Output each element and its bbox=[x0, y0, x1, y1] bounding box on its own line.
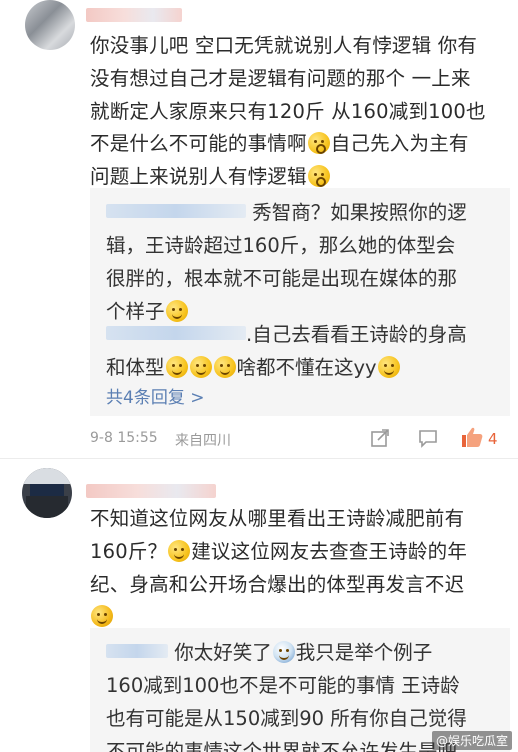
comment-line: 没有想过自己才是逻辑有问题的那个 一上来 bbox=[90, 66, 471, 90]
doge-icon bbox=[272, 641, 295, 663]
reply-line: 辑，王诗龄超过160斤，那么她的体型会 bbox=[106, 234, 456, 257]
grin-icon bbox=[168, 539, 191, 562]
username-blurred[interactable] bbox=[86, 8, 182, 22]
grin-icon bbox=[189, 356, 212, 378]
reply-line: 160减到100也不是不可能的事情 王诗龄 bbox=[106, 674, 460, 697]
comment-line: 不是什么不可能的事情啊 bbox=[90, 132, 307, 156]
laugh-cry-icon bbox=[91, 605, 113, 628]
comment-line: 不知道这位网友从哪里看出王诗龄减肥前有 bbox=[90, 507, 465, 530]
like-count: 4 bbox=[488, 430, 498, 448]
comment-text: 不知道这位网友从哪里看出王诗龄减肥前有 160斤？ 建议这位网友去查查王诗龄的年 … bbox=[90, 503, 510, 634]
grin-icon bbox=[213, 356, 236, 378]
username-blurred[interactable] bbox=[86, 484, 216, 498]
watermark: @娱乐吃瓜室 bbox=[431, 731, 512, 750]
divider bbox=[0, 458, 518, 459]
reply-line: 秀智商？如果按照你的逻 bbox=[252, 201, 467, 224]
scared-face-icon bbox=[307, 132, 330, 155]
source: 来自四川 bbox=[175, 433, 231, 449]
reply-author-blurred[interactable] bbox=[106, 644, 168, 658]
comment-line: 纪、身高和公开场合爆出的体型再发言不迟 bbox=[90, 572, 465, 596]
more-replies-link[interactable]: 共4条回复 > bbox=[106, 383, 204, 408]
grin-icon bbox=[377, 356, 400, 378]
share-icon[interactable] bbox=[370, 428, 390, 452]
grin-icon bbox=[165, 356, 188, 378]
reply-line: 你太好笑了 bbox=[174, 641, 272, 664]
reply-author-blurred[interactable] bbox=[106, 204, 246, 218]
avatar[interactable] bbox=[25, 0, 75, 50]
comment-line: 160斤？ bbox=[90, 539, 168, 563]
timestamp: 9-8 15:55 bbox=[90, 430, 158, 446]
avatar[interactable] bbox=[22, 468, 72, 518]
reply-line: 我只是举个例子 bbox=[295, 641, 433, 664]
reply-author-blurred[interactable] bbox=[106, 326, 246, 340]
reply-line: 啥都不懂在这yy bbox=[236, 356, 377, 379]
comment-line: 自己先入为主有 bbox=[330, 132, 469, 156]
comment-line: 建议这位网友去查查王诗龄的年 bbox=[191, 539, 468, 563]
comment-line: 问题上来说别人有悖逻辑 bbox=[90, 165, 307, 189]
comment-line: 就断定人家原来只有120斤 从160减到100也 bbox=[90, 99, 486, 123]
reply-line: 很胖的，根本就不可能是出现在媒体的那 bbox=[106, 267, 458, 290]
comment-icon[interactable] bbox=[418, 428, 438, 452]
comment-line: 你没事儿吧 空口无凭就说别人有悖逻辑 你有 bbox=[90, 34, 478, 57]
reply-line: 和体型 bbox=[106, 356, 165, 379]
reply-line: .自己去看看王诗龄的身高 bbox=[246, 323, 467, 346]
comment-text: 你没事儿吧 空口无凭就说别人有悖逻辑 你有 没有想过自己才是逻辑有问题的那个 一… bbox=[90, 30, 510, 194]
scared-face-icon bbox=[307, 165, 330, 188]
reply: 秀智商？如果按照你的逻 辑，王诗龄超过160斤，那么她的体型会 很胖的，根本就不… bbox=[106, 196, 506, 328]
reply: .自己去看看王诗龄的身高 和体型 啥都不懂在这yy bbox=[106, 318, 506, 384]
thumbs-up-icon[interactable] bbox=[460, 426, 484, 452]
